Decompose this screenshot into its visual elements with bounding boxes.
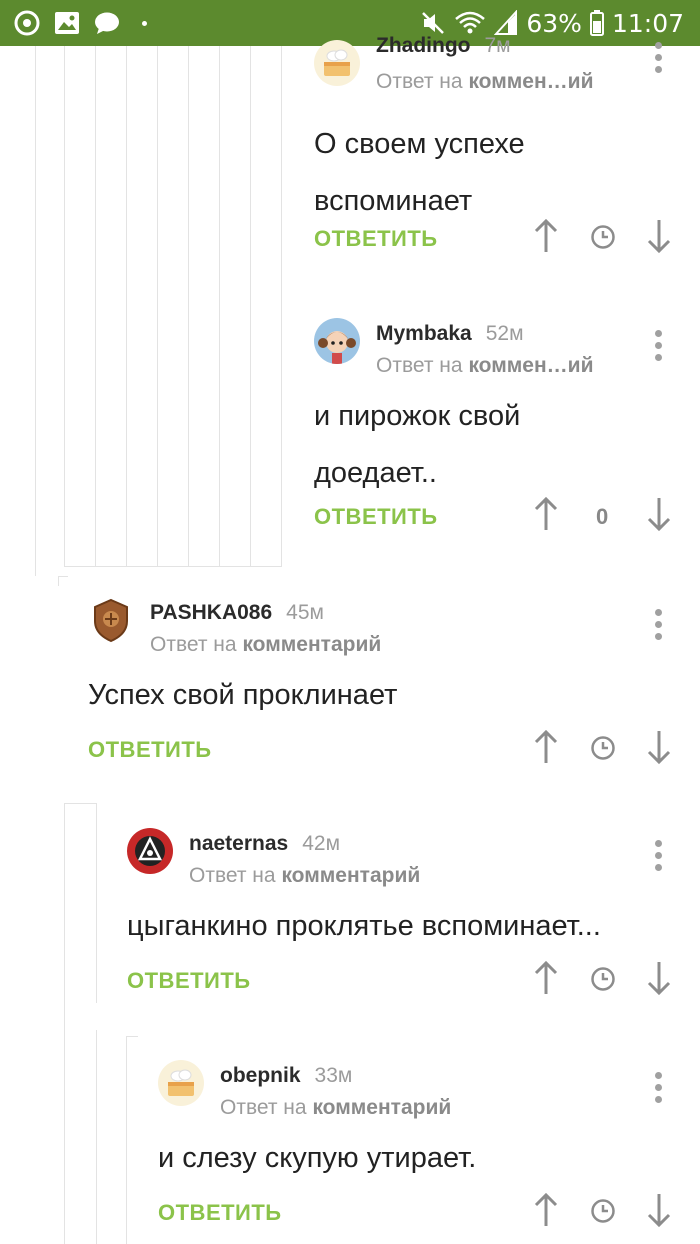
comment: naeternas 42м Ответ на комментарий цыганк… [127,828,700,1008]
notification-dot-icon [142,20,147,26]
comment: PASHKA086 45м Ответ на комментарий Успех … [88,597,700,777]
comment-author[interactable]: Zhadingo 7м [376,34,511,58]
reply-button[interactable]: ОТВЕТИТЬ [127,968,251,994]
downvote-icon[interactable] [647,960,671,996]
comment-author[interactable]: obepnik 33м [220,1064,352,1088]
clock-icon[interactable] [590,966,616,992]
reply-target-link[interactable]: комментарий [312,1096,451,1119]
comment-text-line: О своем успехе [314,128,525,160]
badge-avatar-icon[interactable] [88,597,134,643]
comment-author[interactable]: PASHKA086 45м [150,601,324,625]
reply-prefix: Ответ на [189,864,276,887]
downvote-icon[interactable] [647,1192,671,1228]
comment-time: 7м [484,34,511,57]
gallery-icon [55,12,79,34]
cake-avatar-icon[interactable] [314,40,360,86]
comment: Zhadingo 7м Ответ на коммен…ий О своем ус… [314,34,700,270]
reply-target-link[interactable]: коммен…ий [468,354,593,377]
more-options-icon[interactable] [655,330,663,364]
comment-author[interactable]: naeternas 42м [189,832,340,856]
reply-to: Ответ на коммен…ий [376,354,593,378]
clock-icon[interactable] [590,735,616,761]
comment: obepnik 33м Ответ на комментарий и слезу … [158,1060,700,1244]
comment-text-line: цыганкино проклятье вспоминает... [127,910,601,942]
author-name[interactable]: obepnik [220,1064,301,1087]
upvote-icon[interactable] [534,218,558,254]
comment-text: и пирожок свой доедает.. [314,388,520,501]
reply-button[interactable]: ОТВЕТИТЬ [88,737,212,763]
comment-time: 33м [314,1064,353,1087]
reply-prefix: Ответ на [376,70,463,93]
rating-count: 0 [596,504,609,529]
battery-percent: 63% [526,8,582,38]
clock-icon[interactable] [590,1198,616,1224]
more-options-icon[interactable] [655,609,663,643]
comment-time: 42м [302,832,341,855]
reply-target-link[interactable]: комментарий [242,633,381,656]
clock: 11:07 [611,8,684,38]
reply-target-link[interactable]: коммен…ий [468,70,593,93]
upvote-icon[interactable] [534,1192,558,1228]
reply-prefix: Ответ на [220,1096,307,1119]
battery-icon [589,10,604,36]
more-options-icon[interactable] [655,1072,663,1106]
upvote-icon[interactable] [534,496,558,532]
reply-to: Ответ на коммен…ий [376,70,593,94]
upvote-icon[interactable] [534,960,558,996]
comment-text-line: доедает.. [314,456,437,489]
comment-text: Успех свой проклинает [88,667,397,724]
downvote-icon[interactable] [647,496,671,532]
wifi-icon [455,11,486,34]
reply-to: Ответ на комментарий [150,633,381,657]
sync-icon [14,10,40,36]
author-name[interactable]: naeternas [189,832,288,855]
reply-prefix: Ответ на [376,354,463,377]
reply-target-link[interactable]: комментарий [281,864,420,887]
comment-time: 45м [286,601,324,624]
cake-avatar-icon[interactable] [158,1060,204,1106]
comment-text: цыганкино проклятье вспоминает... [127,898,601,955]
comment-time: 52м [485,322,524,345]
signal-icon [494,10,518,35]
mute-icon [422,12,445,34]
comment-text-line: и пирожок свой [314,400,521,432]
more-options-icon[interactable] [655,840,663,874]
reply-button[interactable]: ОТВЕТИТЬ [314,226,438,252]
reply-to: Ответ на комментарий [189,864,420,888]
reply-prefix: Ответ на [150,633,237,656]
author-name[interactable]: Zhadingo [376,34,470,57]
reply-button[interactable]: ОТВЕТИТЬ [158,1200,282,1226]
comment-text-line: вспоминает [314,184,473,217]
downvote-icon[interactable] [647,729,671,765]
comment-text: и слезу скупую утирает. [158,1130,476,1187]
more-options-icon[interactable] [655,42,663,76]
clock-icon[interactable] [590,224,616,250]
girl-avatar-icon[interactable] [314,318,360,364]
comment-text: О своем успехе вспоминает [314,116,525,229]
chat-icon [95,12,119,34]
comment-text-line: и слезу скупую утирает. [158,1142,477,1174]
author-name[interactable]: Mymbaka [376,322,472,345]
reply-to: Ответ на комментарий [220,1096,451,1120]
reply-button[interactable]: ОТВЕТИТЬ [314,504,438,530]
comment-author[interactable]: Mymbaka 52м [376,322,524,346]
comment: Mymbaka 52м Ответ на коммен…ий и пирожок … [314,318,700,548]
author-name[interactable]: PASHKA086 [150,601,272,624]
emblem-avatar-icon[interactable] [127,828,173,874]
downvote-icon[interactable] [647,218,671,254]
upvote-icon[interactable] [534,729,558,765]
comment-text-line: Успех свой проклинает [88,679,398,711]
